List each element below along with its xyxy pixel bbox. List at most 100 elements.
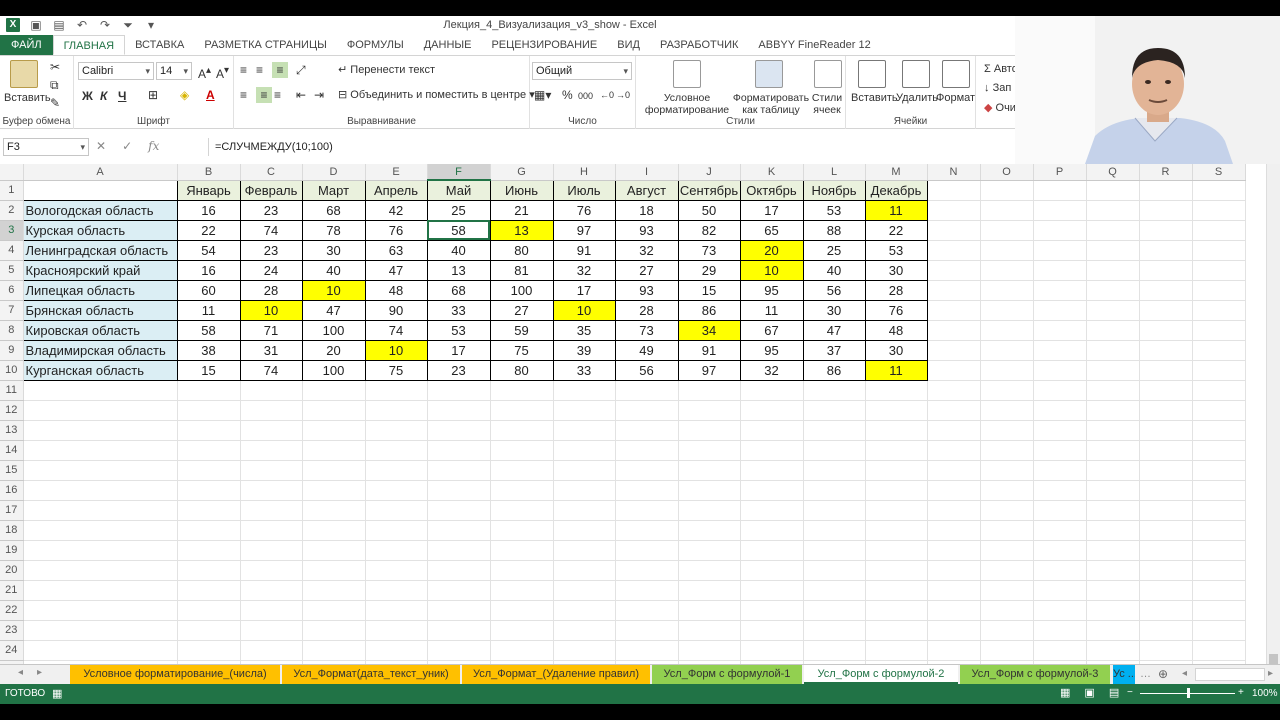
cell-G15[interactable]: [490, 460, 554, 481]
cell-I10[interactable]: 56: [614, 359, 679, 381]
cell-M18[interactable]: [865, 520, 928, 541]
cell-B12[interactable]: [177, 400, 241, 421]
cell-J16[interactable]: [678, 480, 741, 501]
cell-A15[interactable]: [23, 460, 178, 481]
cell-D10[interactable]: 100: [301, 359, 366, 381]
row-header[interactable]: 19: [0, 540, 24, 561]
cell-A10[interactable]: Курганская область: [22, 359, 178, 381]
column-header-L[interactable]: L: [803, 164, 866, 181]
ribbon-tab-8[interactable]: РАЗРАБОТЧИК: [650, 35, 748, 55]
cell-N16[interactable]: [927, 480, 981, 501]
cell-I9[interactable]: 49: [614, 339, 679, 361]
cell-A7[interactable]: Брянская область: [22, 299, 178, 321]
cell-K1[interactable]: Октябрь: [739, 179, 804, 201]
cell-E12[interactable]: [365, 400, 428, 421]
cell-H13[interactable]: [553, 420, 616, 441]
select-all-corner[interactable]: [0, 164, 24, 181]
cell-A3[interactable]: Курская область: [22, 219, 178, 241]
cell-J7[interactable]: 86: [677, 299, 741, 321]
cell-A14[interactable]: [23, 440, 178, 461]
cell-D14[interactable]: [302, 440, 366, 461]
paste-icon[interactable]: [10, 60, 38, 88]
cell-P19[interactable]: [1033, 540, 1087, 561]
column-header-C[interactable]: C: [240, 164, 303, 181]
cell-M1[interactable]: Декабрь: [864, 179, 928, 201]
cell-D2[interactable]: 68: [301, 199, 366, 221]
row-header[interactable]: 6: [0, 280, 24, 301]
cell-Q23[interactable]: [1086, 620, 1140, 641]
cell-S16[interactable]: [1192, 480, 1246, 501]
cell-M11[interactable]: [865, 380, 928, 401]
horizontal-scrollbar[interactable]: [1195, 668, 1265, 681]
delete-cells-button[interactable]: Удалить: [896, 92, 938, 104]
cell-S3[interactable]: [1192, 220, 1246, 241]
cell-O4[interactable]: [980, 240, 1034, 261]
cell-E20[interactable]: [365, 560, 428, 581]
row-header[interactable]: 18: [0, 520, 24, 541]
cell-J5[interactable]: 29: [677, 259, 741, 281]
cell-K3[interactable]: 65: [739, 219, 804, 241]
cell-C11[interactable]: [240, 380, 303, 401]
cell-H10[interactable]: 33: [552, 359, 616, 381]
cell-L21[interactable]: [803, 580, 866, 601]
cell-Q18[interactable]: [1086, 520, 1140, 541]
cell-K15[interactable]: [740, 460, 804, 481]
cell-K20[interactable]: [740, 560, 804, 581]
cell-D6[interactable]: 10: [301, 279, 366, 301]
underline-button[interactable]: Ч: [118, 88, 126, 104]
cell-A11[interactable]: [23, 380, 178, 401]
cell-P3[interactable]: [1033, 220, 1087, 241]
cell-H4[interactable]: 91: [552, 239, 616, 261]
column-header-J[interactable]: J: [678, 164, 741, 181]
row-header[interactable]: 3: [0, 220, 24, 241]
cell-F5[interactable]: 13: [426, 259, 491, 281]
cell-N17[interactable]: [927, 500, 981, 521]
cell-N15[interactable]: [927, 460, 981, 481]
cell-M15[interactable]: [865, 460, 928, 481]
ribbon-tab-7[interactable]: ВИД: [607, 35, 650, 55]
cell-F8[interactable]: 53: [426, 319, 491, 341]
prev-sheet-icon[interactable]: ◂: [18, 667, 23, 678]
cell-F10[interactable]: 23: [426, 359, 491, 381]
cell-G1[interactable]: Июнь: [489, 179, 554, 201]
shrink-font-icon[interactable]: A▾: [216, 63, 229, 82]
column-header-I[interactable]: I: [615, 164, 679, 181]
cell-M8[interactable]: 48: [864, 319, 928, 341]
cell-B18[interactable]: [177, 520, 241, 541]
cell-L12[interactable]: [803, 400, 866, 421]
wrap-text-button[interactable]: ↵ Перенести текст: [338, 63, 435, 76]
cell-I3[interactable]: 93: [614, 219, 679, 241]
cell-B22[interactable]: [177, 600, 241, 621]
delete-cells-icon[interactable]: [902, 60, 930, 88]
cell-N18[interactable]: [927, 520, 981, 541]
cell-P12[interactable]: [1033, 400, 1087, 421]
cell-styles-button[interactable]: Стили ячеек: [808, 92, 846, 116]
cell-O22[interactable]: [980, 600, 1034, 621]
conditional-formatting-button[interactable]: Условное форматирование: [639, 92, 735, 116]
cell-C15[interactable]: [240, 460, 303, 481]
cell-D21[interactable]: [302, 580, 366, 601]
row-header[interactable]: 1: [0, 180, 24, 201]
cell-F16[interactable]: [427, 480, 491, 501]
cell-F21[interactable]: [427, 580, 491, 601]
zoom-level[interactable]: 100%: [1252, 688, 1278, 699]
cell-F17[interactable]: [427, 500, 491, 521]
cell-E7[interactable]: 90: [364, 299, 428, 321]
cell-J12[interactable]: [678, 400, 741, 421]
cell-P15[interactable]: [1033, 460, 1087, 481]
cell-A17[interactable]: [23, 500, 178, 521]
cell-R1[interactable]: [1139, 180, 1193, 201]
cell-O1[interactable]: [980, 180, 1034, 201]
cell-J11[interactable]: [678, 380, 741, 401]
cell-M21[interactable]: [865, 580, 928, 601]
cell-E23[interactable]: [365, 620, 428, 641]
cell-G6[interactable]: 100: [489, 279, 554, 301]
scroll-right-icon[interactable]: ▸: [1268, 666, 1273, 682]
cell-N1[interactable]: [927, 180, 981, 201]
cell-Q7[interactable]: [1086, 300, 1140, 321]
cell-O23[interactable]: [980, 620, 1034, 641]
cell-Q6[interactable]: [1086, 280, 1140, 301]
cell-E6[interactable]: 48: [364, 279, 428, 301]
cell-G20[interactable]: [490, 560, 554, 581]
cell-Q22[interactable]: [1086, 600, 1140, 621]
